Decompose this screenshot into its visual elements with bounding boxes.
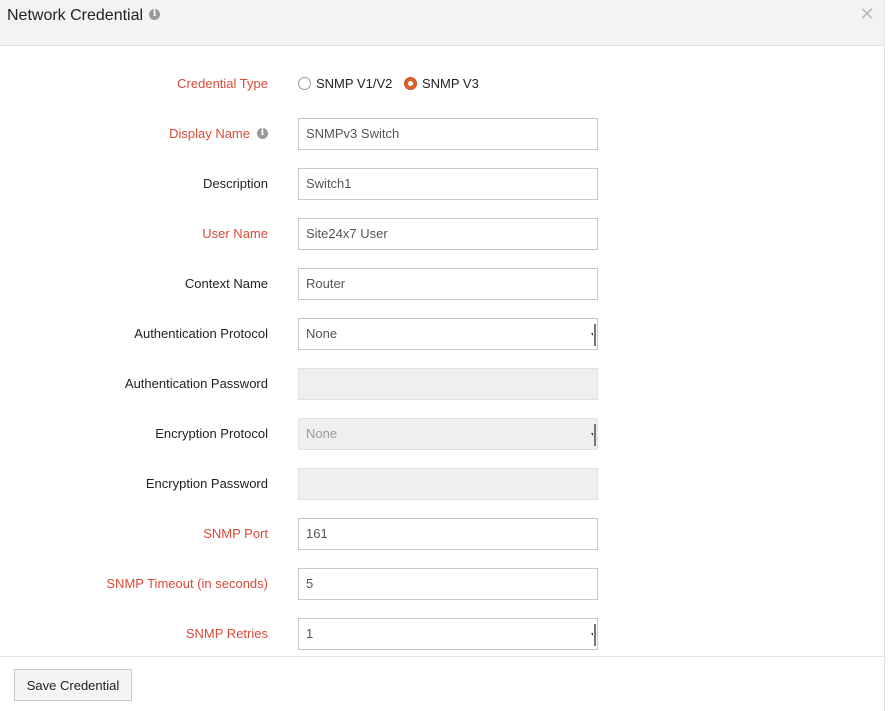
enc-password-row: Encryption Password bbox=[0, 468, 884, 500]
enc-password-input[interactable] bbox=[298, 468, 598, 500]
snmp-port-row: SNMP Port bbox=[0, 518, 884, 550]
display-name-row: Display Name i bbox=[0, 118, 884, 150]
context-name-input[interactable] bbox=[298, 268, 598, 300]
save-credential-button[interactable]: Save Credential bbox=[14, 669, 132, 701]
snmp-timeout-input[interactable] bbox=[298, 568, 598, 600]
user-name-label: User Name bbox=[202, 226, 268, 241]
info-icon[interactable]: i bbox=[149, 9, 161, 21]
radio-snmp-v3-label: SNMP V3 bbox=[421, 76, 479, 91]
snmp-retries-value: 1 bbox=[306, 626, 314, 641]
user-name-row: User Name bbox=[0, 218, 884, 250]
radio-snmp-v3[interactable]: SNMP V3 bbox=[403, 68, 479, 100]
auth-protocol-value: None bbox=[306, 326, 338, 341]
context-name-row: Context Name bbox=[0, 268, 884, 300]
close-icon[interactable]: ✕ bbox=[859, 5, 875, 23]
footer-divider bbox=[0, 656, 884, 657]
auth-password-label: Authentication Password bbox=[124, 376, 268, 391]
auth-password-input[interactable] bbox=[298, 368, 598, 400]
display-name-input[interactable] bbox=[298, 118, 598, 150]
chevron-down-icon[interactable] bbox=[590, 624, 596, 646]
radio-snmp-v1v2-label: SNMP V1/V2 bbox=[316, 76, 393, 91]
snmp-port-label: SNMP Port bbox=[203, 526, 268, 541]
enc-protocol-value: None bbox=[306, 426, 338, 441]
description-label: Description bbox=[202, 176, 268, 191]
description-row: Description bbox=[0, 168, 884, 200]
display-name-label: Display Name i bbox=[169, 118, 268, 150]
radio-checked-icon[interactable] bbox=[403, 77, 417, 91]
radio-unchecked-icon[interactable] bbox=[298, 77, 311, 91]
enc-protocol-label: Encryption Protocol bbox=[155, 426, 268, 441]
enc-protocol-row: Encryption Protocol None bbox=[0, 418, 884, 450]
dialog-border bbox=[884, 0, 885, 711]
auth-protocol-row: Authentication Protocol None bbox=[0, 318, 884, 350]
credential-type-label: Credential Type bbox=[177, 76, 268, 91]
description-input[interactable] bbox=[298, 168, 598, 200]
snmp-timeout-label: SNMP Timeout (in seconds) bbox=[106, 576, 268, 591]
display-name-label-text: Display Name bbox=[169, 126, 250, 141]
snmp-retries-select[interactable]: 1 bbox=[298, 618, 598, 650]
snmp-timeout-row: SNMP Timeout (in seconds) bbox=[0, 568, 884, 600]
credential-type-radio-group: SNMP V1/V2 SNMP V3 bbox=[298, 68, 487, 100]
dialog-title: Network Credential i bbox=[7, 7, 161, 25]
snmp-retries-label: SNMP Retries bbox=[185, 626, 268, 641]
enc-protocol-select[interactable]: None bbox=[298, 418, 598, 450]
chevron-down-icon[interactable] bbox=[590, 424, 596, 446]
enc-password-label: Encryption Password bbox=[145, 476, 268, 491]
snmp-retries-row: SNMP Retries 1 bbox=[0, 618, 884, 650]
auth-protocol-label: Authentication Protocol bbox=[134, 326, 268, 341]
credential-type-row: Credential Type SNMP V1/V2 SNMP V3 bbox=[0, 68, 884, 100]
dialog-title-text: Network Credential bbox=[7, 7, 144, 24]
info-icon[interactable]: i bbox=[257, 128, 268, 140]
auth-protocol-select[interactable]: None bbox=[298, 318, 598, 350]
chevron-down-icon[interactable] bbox=[590, 324, 596, 346]
user-name-input[interactable] bbox=[298, 218, 598, 250]
dialog-header: Network Credential i ✕ bbox=[0, 0, 884, 46]
auth-password-row: Authentication Password bbox=[0, 368, 884, 400]
snmp-port-input[interactable] bbox=[298, 518, 598, 550]
context-name-label: Context Name bbox=[184, 276, 268, 291]
radio-snmp-v1v2[interactable]: SNMP V1/V2 bbox=[298, 68, 392, 100]
